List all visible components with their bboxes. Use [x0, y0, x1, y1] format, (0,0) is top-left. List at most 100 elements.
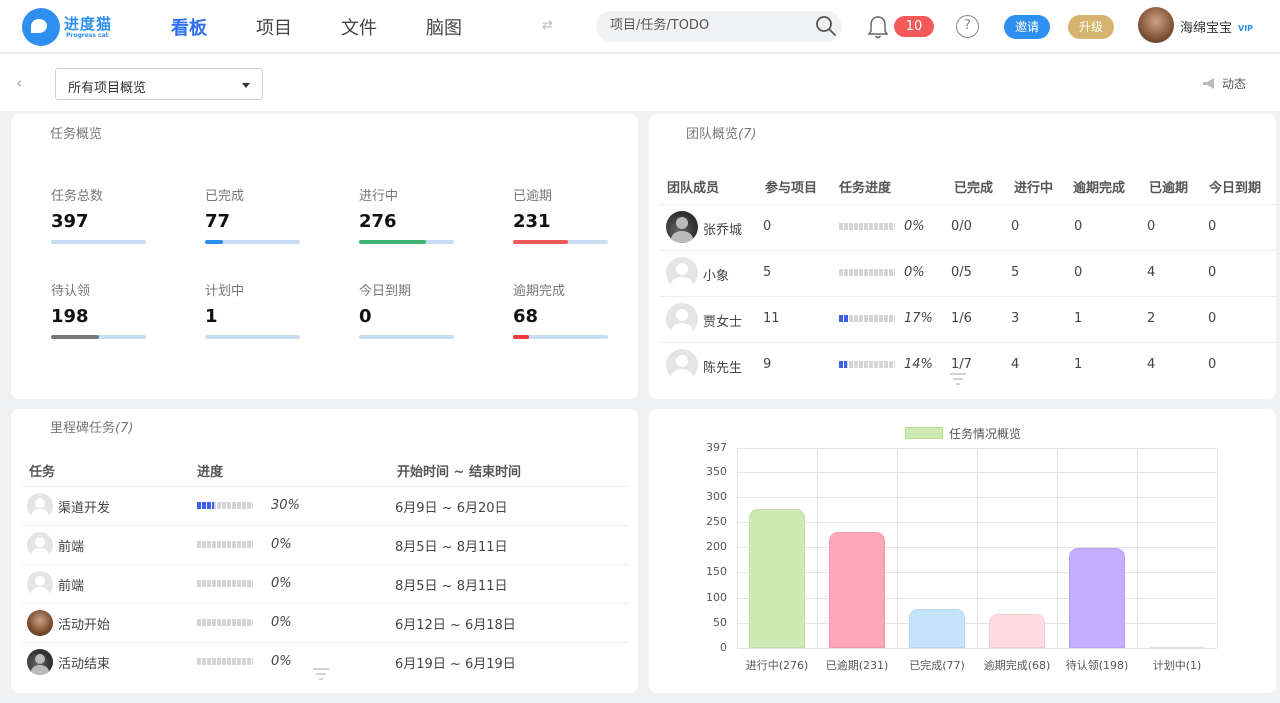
team-column-header[interactable]: 今日到期 [1209, 177, 1261, 196]
project-select-value: 所有项目概览 [68, 81, 147, 96]
help-icon[interactable]: ? [956, 15, 979, 38]
member-overdue: 2 [1147, 311, 1156, 326]
team-column-header[interactable]: 已逾期 [1149, 177, 1188, 196]
stat-progress-fill [51, 335, 99, 339]
member-progress-fill [839, 315, 849, 322]
search-icon[interactable] [814, 14, 838, 38]
member-avatar[interactable] [666, 211, 698, 243]
back-arrow-icon[interactable]: ‹ [16, 73, 22, 92]
member-doing: 0 [1011, 219, 1020, 234]
user-name[interactable]: 海绵宝宝 [1180, 17, 1232, 36]
team-column-header[interactable]: 团队成员 [667, 177, 719, 196]
stat-card[interactable]: 已完成 77 [205, 185, 300, 244]
chart-bar[interactable] [1069, 548, 1125, 648]
milestone-name[interactable]: 活动结束 [58, 653, 110, 672]
member-name[interactable]: 贾女士 [703, 311, 742, 330]
user-avatar[interactable] [1138, 7, 1174, 43]
stat-progress-bar [359, 240, 454, 244]
team-member-row[interactable]: 张乔城 0 0% 0/0 0 0 0 0 [660, 204, 1276, 250]
activity-button[interactable]: 动态 [1202, 75, 1246, 92]
team-column-header[interactable]: 参与项目 [765, 177, 817, 196]
milestone-name[interactable]: 前端 [58, 536, 84, 555]
team-member-row[interactable]: 陈先生 9 14% 1/7 4 1 4 0 [660, 342, 1276, 388]
project-select-dropdown[interactable]: 所有项目概览 [55, 68, 263, 100]
member-name[interactable]: 小象 [703, 265, 729, 284]
stat-card[interactable]: 任务总数 397 [51, 185, 146, 244]
chart-bar[interactable] [909, 609, 965, 648]
team-member-row[interactable]: 小象 5 0% 0/5 5 0 4 0 [660, 250, 1276, 296]
milestone-column-header[interactable]: 进度 [197, 461, 223, 480]
brand-subtitle: Progress cat [66, 32, 109, 39]
member-progress-bar [839, 315, 895, 322]
stat-label: 今日到期 [359, 284, 412, 299]
milestone-name[interactable]: 渠道开发 [58, 497, 110, 516]
chart-bar[interactable] [1149, 647, 1205, 650]
stat-progress-fill [513, 240, 569, 244]
chart-bar[interactable] [989, 613, 1045, 648]
milestone-row[interactable]: 前端 0% 8月5日 ~ 8月11日 [22, 564, 628, 603]
member-avatar[interactable] [666, 303, 698, 335]
nav-tab-projects[interactable]: 项目 [256, 14, 292, 40]
team-overview-title: 团队概览(7) [686, 123, 756, 142]
milestone-name[interactable]: 前端 [58, 575, 84, 594]
team-member-row[interactable]: 贾女士 11 17% 1/6 3 1 2 0 [660, 296, 1276, 342]
invite-button[interactable]: 邀请 [1004, 15, 1050, 39]
stat-card[interactable]: 今日到期 0 [359, 280, 454, 339]
bell-icon[interactable] [866, 14, 890, 40]
brand-name[interactable]: 进度猫 [64, 13, 112, 34]
member-name[interactable]: 陈先生 [703, 357, 742, 376]
milestone-date-range: 8月5日 ~ 8月11日 [395, 579, 508, 594]
member-doing: 5 [1011, 265, 1020, 280]
y-axis-tick-label: 150 [706, 565, 727, 579]
stat-card[interactable]: 计划中 1 [205, 280, 300, 339]
member-progress-bar [839, 223, 895, 230]
member-progress-bar [839, 269, 895, 276]
milestone-avatar[interactable] [27, 649, 53, 675]
upgrade-button[interactable]: 升级 [1068, 15, 1114, 39]
member-avatar[interactable] [666, 257, 698, 289]
chart-bar[interactable] [829, 531, 885, 648]
nav-tab-dashboard[interactable]: 看板 [171, 14, 207, 40]
notification-count-badge[interactable]: 10 [894, 16, 934, 37]
legend-swatch[interactable] [905, 427, 943, 439]
milestone-avatar[interactable] [27, 493, 53, 519]
milestone-progress-bar [197, 502, 253, 509]
milestone-column-header[interactable]: 开始时间 ~ 结束时间 [397, 461, 521, 480]
member-done: 1/6 [951, 311, 972, 326]
chart-gridline-vertical [1217, 448, 1218, 648]
milestone-row[interactable]: 前端 0% 8月5日 ~ 8月11日 [22, 525, 628, 564]
stat-progress-fill [205, 240, 224, 244]
filter-icon[interactable] [313, 668, 329, 680]
stat-card[interactable]: 已逾期 231 [513, 185, 608, 244]
member-avatar[interactable] [666, 349, 698, 381]
milestone-title: 里程碑任务(7) [50, 417, 133, 436]
team-column-header[interactable]: 已完成 [954, 177, 993, 196]
member-projects: 9 [763, 357, 772, 372]
milestone-row[interactable]: 活动开始 0% 6月12日 ~ 6月18日 [22, 603, 628, 642]
milestone-avatar[interactable] [27, 610, 53, 636]
nav-tab-files[interactable]: 文件 [341, 14, 377, 40]
stat-card[interactable]: 逾期完成 68 [513, 280, 608, 339]
milestone-column-header[interactable]: 任务 [29, 461, 55, 480]
nav-tab-mindmap[interactable]: 脑图 [426, 14, 462, 40]
swap-icon[interactable]: ⇄ [542, 18, 560, 34]
filter-icon[interactable] [950, 373, 966, 385]
milestone-row[interactable]: 渠道开发 30% 6月9日 ~ 6月20日 [22, 486, 628, 525]
task-overview-panel: 任务概览 任务总数 397 已完成 77 进行中 276 已逾期 231 待认领 198 计划中 1 今… [11, 114, 638, 399]
member-name[interactable]: 张乔城 [703, 219, 742, 238]
chart-bar[interactable] [749, 508, 805, 648]
stat-card[interactable]: 待认领 198 [51, 280, 146, 339]
legend-label[interactable]: 任务情况概览 [949, 425, 1021, 442]
search-box[interactable] [596, 11, 842, 42]
team-column-header[interactable]: 逾期完成 [1073, 177, 1125, 196]
team-column-header[interactable]: 进行中 [1014, 177, 1053, 196]
member-progress-pct: 0% [904, 219, 925, 234]
milestone-avatar[interactable] [27, 571, 53, 597]
milestone-avatar[interactable] [27, 532, 53, 558]
chart-gridline-vertical [817, 448, 818, 648]
team-column-header[interactable]: 任务进度 [839, 177, 891, 196]
milestone-name[interactable]: 活动开始 [58, 614, 110, 633]
stat-card[interactable]: 进行中 276 [359, 185, 454, 244]
search-input[interactable] [610, 18, 800, 33]
progress-cat-logo-icon[interactable] [22, 8, 60, 46]
